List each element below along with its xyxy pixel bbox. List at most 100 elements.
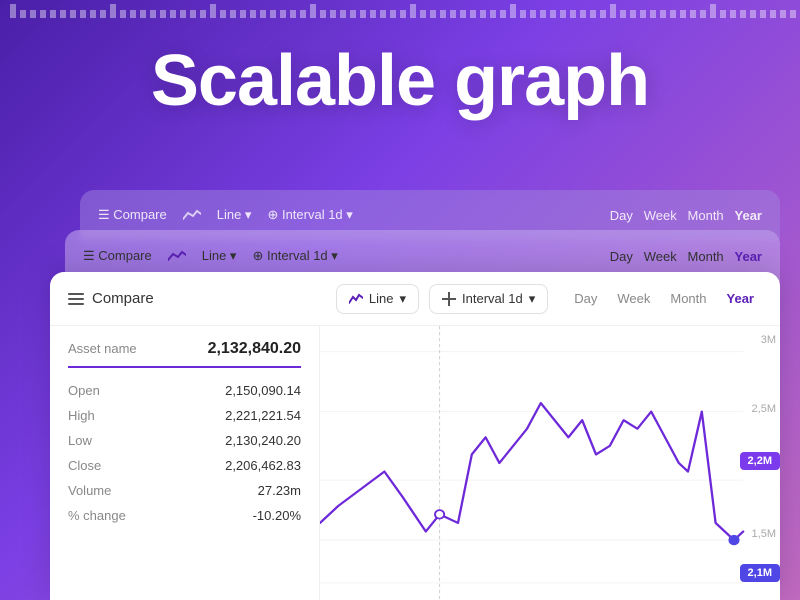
ruler-tick bbox=[320, 10, 326, 18]
ruler-tick bbox=[770, 10, 776, 18]
ruler-tick bbox=[120, 10, 126, 18]
ruler-tick bbox=[160, 10, 166, 18]
ruler-tick bbox=[580, 10, 586, 18]
ruler-tick bbox=[550, 10, 556, 18]
ruler-tick bbox=[250, 10, 256, 18]
ruler-tick bbox=[100, 10, 106, 18]
hamburger-icon bbox=[68, 293, 84, 305]
ruler-tick bbox=[640, 10, 646, 18]
ruler-tick bbox=[30, 10, 36, 18]
badge-2-2m: 2,2M bbox=[740, 452, 780, 470]
left-panel: Asset name 2,132,840.20 Open 2,150,090.1… bbox=[50, 326, 320, 600]
ruler-tick bbox=[730, 10, 736, 18]
ruler-tick bbox=[170, 10, 176, 18]
ruler-tick bbox=[70, 10, 76, 18]
ruler-tick bbox=[510, 4, 516, 18]
ruler-tick bbox=[620, 10, 626, 18]
ruler-tick bbox=[680, 10, 686, 18]
chart-canvas: 3M 2,5M 2,2M 2,1M 1,5M bbox=[320, 326, 780, 600]
ruler-tick bbox=[700, 10, 706, 18]
stat-label: Close bbox=[68, 458, 101, 473]
ruler-tick bbox=[660, 10, 666, 18]
line-button[interactable]: Line ▾ bbox=[336, 284, 419, 314]
ruler-tick bbox=[210, 4, 216, 18]
stat-value: -10.20% bbox=[253, 508, 301, 523]
ruler-tick bbox=[180, 10, 186, 18]
toolbar: Compare Line ▾ Interval 1d ▾ Day bbox=[50, 272, 780, 326]
ruler-tick bbox=[290, 10, 296, 18]
time-year[interactable]: Year bbox=[719, 286, 762, 311]
ruler-tick bbox=[400, 10, 406, 18]
stat-value: 2,150,090.14 bbox=[225, 383, 301, 398]
ruler-tick bbox=[80, 10, 86, 18]
ruler-tick bbox=[630, 10, 636, 18]
interval-label: Interval 1d bbox=[462, 291, 523, 306]
y-label-3m: 3M bbox=[744, 334, 776, 346]
ruler-tick bbox=[670, 10, 676, 18]
ruler-tick bbox=[750, 10, 756, 18]
ruler-tick bbox=[420, 10, 426, 18]
ruler-tick bbox=[480, 10, 486, 18]
ruler-tick bbox=[600, 10, 606, 18]
interval-chevron: ▾ bbox=[529, 291, 536, 307]
line-icon bbox=[349, 292, 363, 306]
stat-label: High bbox=[68, 408, 95, 423]
ruler: // We'll generate ruler ticks via JS bel… bbox=[0, 0, 800, 18]
badge-2-1m: 2,1M bbox=[740, 564, 780, 582]
stat-row: Close 2,206,462.83 bbox=[68, 453, 301, 478]
y-label-1-5m: 1,5M bbox=[744, 528, 776, 540]
ruler-tick bbox=[40, 10, 46, 18]
stat-value: 2,221,221.54 bbox=[225, 408, 301, 423]
ruler-tick bbox=[10, 4, 16, 18]
ruler-tick bbox=[310, 4, 316, 18]
ruler-tick bbox=[270, 10, 276, 18]
time-week[interactable]: Week bbox=[609, 286, 658, 311]
chart-svg bbox=[320, 326, 780, 600]
stat-label: Volume bbox=[68, 483, 111, 498]
ruler-tick bbox=[720, 10, 726, 18]
ruler-tick bbox=[560, 10, 566, 18]
ruler-tick bbox=[330, 10, 336, 18]
ruler-tick bbox=[540, 10, 546, 18]
ghost-compare-middle: ☰ Compare bbox=[83, 248, 152, 264]
ruler-tick bbox=[740, 10, 746, 18]
compare-label: Compare bbox=[92, 290, 154, 307]
card-stack: ☰ Compare Line ▾ ⊕ Interval 1d ▾ Day Wee… bbox=[50, 190, 780, 600]
ruler-tick bbox=[280, 10, 286, 18]
stat-row: Low 2,130,240.20 bbox=[68, 428, 301, 453]
ruler-tick bbox=[610, 4, 616, 18]
time-month[interactable]: Month bbox=[662, 286, 714, 311]
ruler-tick bbox=[150, 10, 156, 18]
stats-list: Open 2,150,090.14 High 2,221,221.54 Low … bbox=[68, 378, 301, 528]
ghost-compare-back: ☰ Compare bbox=[98, 207, 167, 223]
ruler-tick bbox=[390, 10, 396, 18]
ruler-tick bbox=[440, 10, 446, 18]
ruler-tick bbox=[410, 4, 416, 18]
interval-button[interactable]: Interval 1d ▾ bbox=[429, 284, 548, 314]
ruler-tick bbox=[500, 10, 506, 18]
ruler-tick bbox=[190, 10, 196, 18]
asset-name-row: Asset name 2,132,840.20 bbox=[68, 340, 301, 368]
time-day[interactable]: Day bbox=[566, 286, 605, 311]
stat-label: Open bbox=[68, 383, 100, 398]
ruler-tick bbox=[450, 10, 456, 18]
stat-row: Volume 27.23m bbox=[68, 478, 301, 503]
stat-row: High 2,221,221.54 bbox=[68, 403, 301, 428]
ruler-tick bbox=[460, 10, 466, 18]
stat-row: Open 2,150,090.14 bbox=[68, 378, 301, 403]
compare-button[interactable]: Compare bbox=[68, 290, 154, 307]
ruler-tick bbox=[130, 10, 136, 18]
ruler-tick bbox=[430, 10, 436, 18]
stat-value: 27.23m bbox=[258, 483, 301, 498]
y-label-2-5m: 2,5M bbox=[744, 403, 776, 415]
asset-label: Asset name bbox=[68, 341, 137, 356]
ruler-tick bbox=[20, 10, 26, 18]
ruler-tick bbox=[590, 10, 596, 18]
stat-label: % change bbox=[68, 508, 126, 523]
ruler-tick bbox=[780, 10, 786, 18]
interval-icon bbox=[442, 292, 456, 306]
time-nav: Day Week Month Year bbox=[566, 286, 762, 311]
main-card: Compare Line ▾ Interval 1d ▾ Day bbox=[50, 272, 780, 600]
stat-value: 2,130,240.20 bbox=[225, 433, 301, 448]
ruler-tick bbox=[360, 10, 366, 18]
